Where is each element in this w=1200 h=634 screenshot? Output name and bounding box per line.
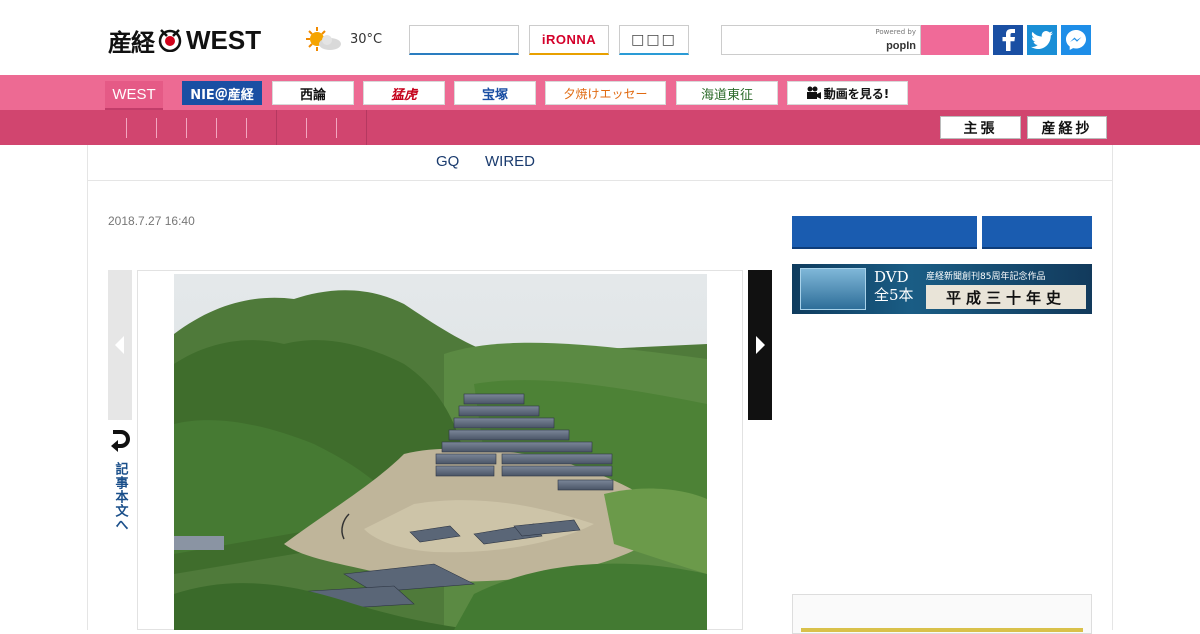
weather-temperature: 30°C (350, 31, 383, 47)
primary-nav: WEST NIE＠産経 西論 猛虎 宝塚 夕焼けエッセー 海道東征 動画を見る! (0, 75, 1200, 110)
nav-shucho[interactable]: 主張 (940, 116, 1021, 139)
photo-next-button[interactable] (748, 270, 772, 420)
messenger-button[interactable] (1061, 25, 1091, 55)
nav2-divider (246, 118, 247, 138)
nav-sankeisho-label: 産経抄 (1041, 120, 1093, 137)
dvd-cover-image (800, 268, 866, 310)
dvd-title-line1: DVD (874, 268, 909, 286)
nav2-divider (186, 118, 187, 138)
logo-jp: 産経 (108, 27, 155, 57)
sub-links-bar: GQ WIRED (87, 145, 1113, 181)
logo-mark-icon (158, 29, 182, 52)
popin-brand: popIn (886, 40, 916, 52)
sidebar-button-1[interactable] (792, 216, 977, 249)
search-input[interactable] (722, 26, 872, 54)
dvd-title: DVD 全5本 (874, 268, 914, 304)
article-photo[interactable] (174, 274, 707, 630)
header-link-1[interactable] (409, 25, 519, 55)
return-arrow-icon (111, 430, 130, 452)
nav2-divider (306, 118, 307, 138)
nav-moko-label: 猛虎 (390, 87, 417, 103)
sidebar-button-2[interactable] (982, 216, 1092, 249)
nav-kaido-label: 海道東征 (700, 87, 753, 103)
twitter-icon (1031, 31, 1053, 49)
sublink-gq[interactable]: GQ (436, 153, 459, 170)
nav2-divider (336, 118, 337, 138)
nav2-divider (156, 118, 157, 138)
twitter-button[interactable] (1027, 25, 1057, 55)
site-header: 産経 WEST 30°C iRONNA □□□ Powered by popIn (0, 0, 1200, 75)
ironna-label: iRONNA (541, 32, 597, 47)
nav-nie[interactable]: NIE＠産経 (182, 81, 262, 105)
nav-yuyake[interactable]: 夕焼けエッセー (545, 81, 666, 105)
messenger-icon (1066, 30, 1086, 50)
nav-takarazuka[interactable]: 宝塚 (454, 81, 536, 105)
ironna-link[interactable]: iRONNA (529, 25, 609, 55)
back-to-article-link[interactable]: 記事本文へ (108, 430, 132, 532)
nav2-divider (126, 118, 127, 138)
popin-powered: Powered by (875, 28, 916, 36)
logo-west: WEST (186, 24, 262, 55)
article-date: 2018.7.27 16:40 (108, 214, 195, 228)
secondary-nav: 主張 産経抄 (0, 110, 1200, 145)
nav-video-label: 動画を見る! (823, 86, 890, 101)
sidebar-ad-strip (801, 628, 1083, 632)
sidebar-ad[interactable] (792, 594, 1092, 634)
facebook-button[interactable] (993, 25, 1023, 55)
nav-yuyake-label: 夕焼けエッセー (563, 86, 648, 101)
header-link-3[interactable]: □□□ (619, 25, 689, 55)
nav2-divider (216, 118, 217, 138)
photo-prev-button[interactable] (108, 270, 132, 420)
dvd-title-line2: 全5本 (874, 286, 914, 304)
nav-shucho-label: 主張 (963, 120, 998, 137)
nav2-divider (366, 110, 367, 145)
dvd-plate: 平成三十年史 (926, 285, 1086, 309)
nav-moko[interactable]: 猛虎 (363, 81, 445, 105)
search-button[interactable] (921, 25, 989, 55)
header-link-3-label: □□□ (631, 31, 677, 48)
nav-kaido[interactable]: 海道東征 (676, 81, 778, 105)
facebook-icon (1002, 29, 1015, 51)
nav-seiron[interactable]: 西論 (272, 81, 354, 105)
dvd-ad-banner[interactable]: DVD 全5本 産経新聞創刊85周年記念作品 平成三十年史 (792, 264, 1092, 314)
nav-video[interactable]: 動画を見る! (787, 81, 908, 105)
nav2-divider (276, 110, 277, 145)
nav-nie-label: NIE＠産経 (190, 87, 254, 103)
solar-hillside-photo (174, 274, 707, 630)
dvd-subtitle: 産経新聞創刊85周年記念作品 (926, 272, 1046, 282)
nav-seiron-label: 西論 (299, 87, 326, 103)
nav-sankeisho[interactable]: 産経抄 (1027, 116, 1107, 139)
nav-west[interactable]: WEST (105, 81, 163, 110)
sublink-wired[interactable]: WIRED (485, 153, 535, 170)
popin-badge: Powered by popIn (875, 29, 916, 52)
back-to-article-label: 記事本文へ (112, 462, 128, 532)
movie-camera-icon (806, 86, 821, 99)
search-box: Powered by popIn (721, 25, 921, 55)
sunny-cloudy-icon (306, 27, 341, 51)
site-logo[interactable]: 産経 WEST (108, 24, 262, 57)
nav-takarazuka-label: 宝塚 (481, 87, 508, 103)
weather-widget[interactable]: 30°C (304, 26, 382, 52)
